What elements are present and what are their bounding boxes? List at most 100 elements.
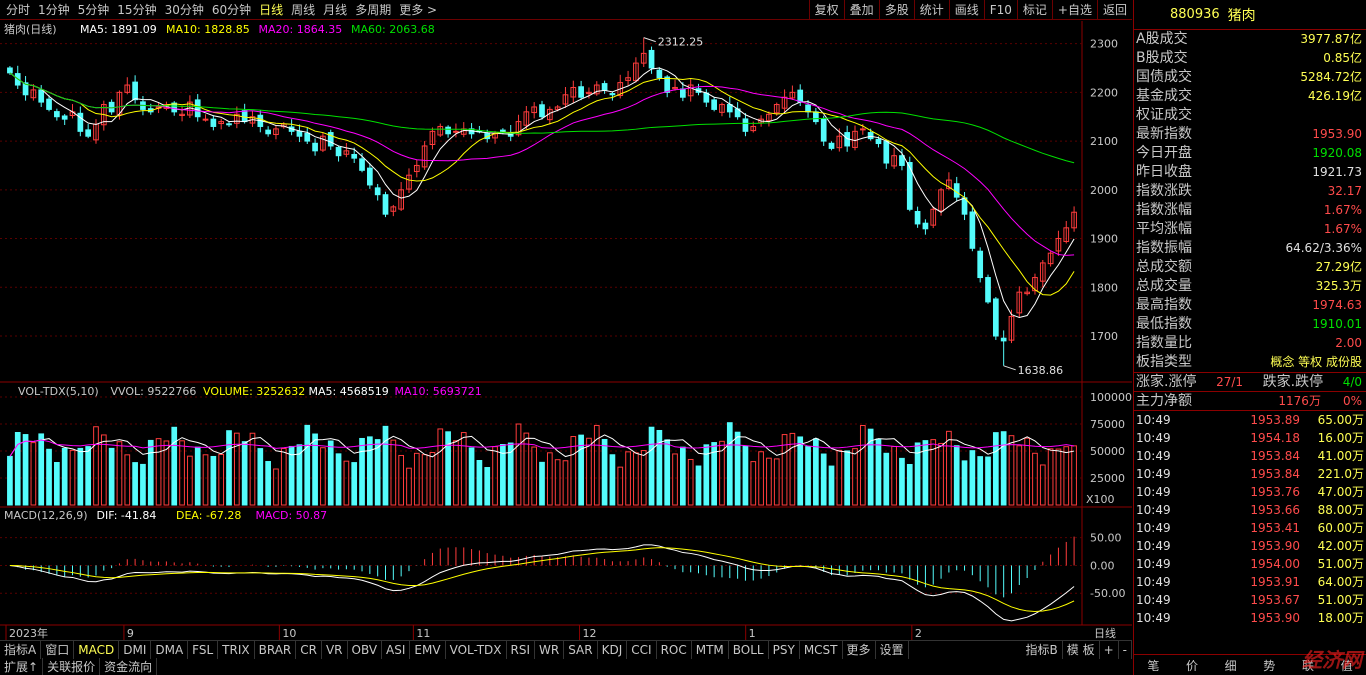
- quote-panel: 880936 猪肉 A股成交 3977.87亿 B股成交 0.85亿 国债成交 5284.…: [1133, 0, 1366, 675]
- volume-bar: [554, 459, 561, 506]
- volume-bar: [7, 455, 13, 506]
- tick-row: 10:49 1953.66 88.00万: [1134, 501, 1366, 519]
- candle-body: [539, 104, 545, 118]
- candle-body: [883, 140, 890, 164]
- volume-bar: [797, 436, 804, 506]
- volume-bar: [1071, 445, 1077, 506]
- date-axis-label: 12: [583, 627, 597, 640]
- candle-body: [453, 130, 459, 133]
- stat-row: 最新指数 1953.90: [1134, 125, 1366, 144]
- stat-value: 27.29亿: [1315, 260, 1362, 274]
- chart-area[interactable]: 2300 2200 2100 2000 1900 1800 1700 2312.25 1638.…: [0, 21, 1132, 644]
- indicator-tab-7[interactable]: BRAR: [255, 640, 297, 659]
- vol-axis-label: 75000: [1090, 418, 1125, 431]
- indicator-tab-12[interactable]: EMV: [410, 640, 446, 659]
- candle-body: [7, 67, 13, 74]
- indicator-tab-1[interactable]: 窗口: [41, 640, 75, 659]
- toolbar-button-8[interactable]: 返回: [1096, 0, 1132, 20]
- stat-label: 板指类型: [1136, 354, 1192, 370]
- indicator-tab-16[interactable]: SAR: [564, 640, 598, 659]
- volume-bar: [38, 433, 45, 506]
- indicator-tab-14[interactable]: RSI: [507, 640, 536, 659]
- ma_legend-legend-item: MA20: 1864.35: [259, 23, 343, 36]
- period-tab-1[interactable]: 1分钟: [34, 0, 74, 20]
- toolbar-button-5[interactable]: F10: [983, 0, 1017, 20]
- volume-bar: [961, 460, 968, 506]
- indicator-tab-20[interactable]: MTM: [692, 640, 729, 659]
- toolbar-button-3[interactable]: 统计: [913, 0, 949, 20]
- period-tab-0[interactable]: 分时: [2, 0, 34, 20]
- indicator-tab-24[interactable]: 更多: [843, 640, 876, 659]
- top-toolbar: 分时 1分钟 5分钟 15分钟 30分钟 60分钟 日线 周线 月线 多周期 更多 > 复权 叠加 多股…: [0, 0, 1132, 20]
- panel-tab-1[interactable]: 价: [1186, 657, 1198, 674]
- bottom-tab-1[interactable]: 关联报价: [43, 658, 101, 675]
- toolbar-button-0[interactable]: 复权: [808, 0, 844, 20]
- candle-body: [820, 118, 827, 142]
- stat-value: 426.19亿: [1308, 89, 1362, 103]
- volume-bar: [883, 452, 890, 506]
- indicator-tab-4[interactable]: DMA: [151, 640, 189, 659]
- indicator-tab-2[interactable]: MACD: [74, 640, 120, 659]
- candle-body: [210, 118, 217, 127]
- period-tab-5[interactable]: 60分钟: [208, 0, 255, 20]
- panel-tab-0[interactable]: 笔: [1147, 657, 1159, 674]
- toolbar-button-2[interactable]: 多股: [878, 0, 914, 20]
- volume-bar: [734, 431, 741, 506]
- indicator-tab-17[interactable]: KDJ: [598, 640, 628, 659]
- indicator-right-tab-1[interactable]: 模 板: [1063, 640, 1100, 659]
- bottom-tab-2[interactable]: 资金流向: [100, 658, 158, 675]
- indicator-tab-10[interactable]: OBV: [348, 640, 383, 659]
- tick-volume: 42.00万: [1317, 539, 1364, 553]
- tick-volume: 60.00万: [1317, 521, 1364, 535]
- indicator-right-tab-2[interactable]: +: [1100, 640, 1119, 659]
- indicator-right-tab-0[interactable]: 指标B: [1022, 640, 1063, 659]
- period-tab-7[interactable]: 周线: [287, 0, 319, 20]
- indicator-tab-9[interactable]: VR: [322, 640, 348, 659]
- volume-bar: [742, 445, 749, 506]
- toolbar-button-6[interactable]: 标记: [1016, 0, 1052, 20]
- volume-bar: [546, 452, 553, 506]
- indicator-tab-6[interactable]: TRIX: [218, 640, 255, 659]
- indicator-tab-0[interactable]: 指标A: [0, 640, 42, 659]
- indicator-tab-3[interactable]: DMI: [119, 640, 152, 659]
- toolbar-button-1[interactable]: 叠加: [843, 0, 879, 20]
- candle-body: [875, 138, 882, 145]
- period-tab-4[interactable]: 30分钟: [161, 0, 208, 20]
- indicator-tab-23[interactable]: MCST: [800, 640, 843, 659]
- volume-bar: [828, 465, 835, 506]
- period-tab-2[interactable]: 5分钟: [74, 0, 114, 20]
- price-axis-label: 1900: [1090, 233, 1118, 246]
- period-tab-3[interactable]: 15分钟: [113, 0, 160, 20]
- kline-chart[interactable]: 2300 2200 2100 2000 1900 1800 1700 2312.25 1638.…: [0, 21, 1132, 641]
- volume-bar: [906, 464, 913, 506]
- toolbar-button-4[interactable]: 画线: [948, 0, 984, 20]
- tick-row: 10:49 1953.90 42.00万: [1134, 537, 1366, 555]
- volume-bar: [601, 438, 608, 506]
- panel-tab-2[interactable]: 细: [1225, 657, 1237, 674]
- period-tab-8[interactable]: 月线: [319, 0, 351, 20]
- period-tab-9[interactable]: 多周期: [351, 0, 395, 20]
- indicator-tab-22[interactable]: PSY: [769, 640, 800, 659]
- indicator-right-tab-3[interactable]: -: [1119, 640, 1132, 659]
- indicator-tab-13[interactable]: VOL-TDX: [446, 640, 507, 659]
- indicator-tab-18[interactable]: CCI: [627, 640, 657, 659]
- indicator-tab-21[interactable]: BOLL: [729, 640, 769, 659]
- indicator-tab-25[interactable]: 设置: [876, 640, 909, 659]
- candle-body: [1000, 337, 1007, 342]
- candle-body: [992, 298, 999, 337]
- indicator-tab-8[interactable]: CR: [296, 640, 322, 659]
- indicator-tab-19[interactable]: ROC: [657, 640, 692, 659]
- period-tab-10[interactable]: 更多 >: [395, 0, 441, 20]
- candle-body: [61, 115, 68, 120]
- toolbar-button-7[interactable]: +自选: [1051, 0, 1097, 20]
- volume-bar: [187, 455, 193, 506]
- period-tab-6[interactable]: 日线: [255, 0, 287, 20]
- volume-bar: [155, 438, 162, 506]
- indicator-tab-11[interactable]: ASI: [382, 640, 411, 659]
- indicator-tab-5[interactable]: FSL: [188, 640, 219, 659]
- indicator-tab-15[interactable]: WR: [535, 640, 565, 659]
- vol_legend-legend-item: VOL-TDX(5,10): [18, 385, 99, 398]
- panel-tab-3[interactable]: 势: [1263, 657, 1275, 674]
- bottom-tab-0[interactable]: 扩展↑: [0, 658, 44, 675]
- volume-bar: [202, 454, 209, 506]
